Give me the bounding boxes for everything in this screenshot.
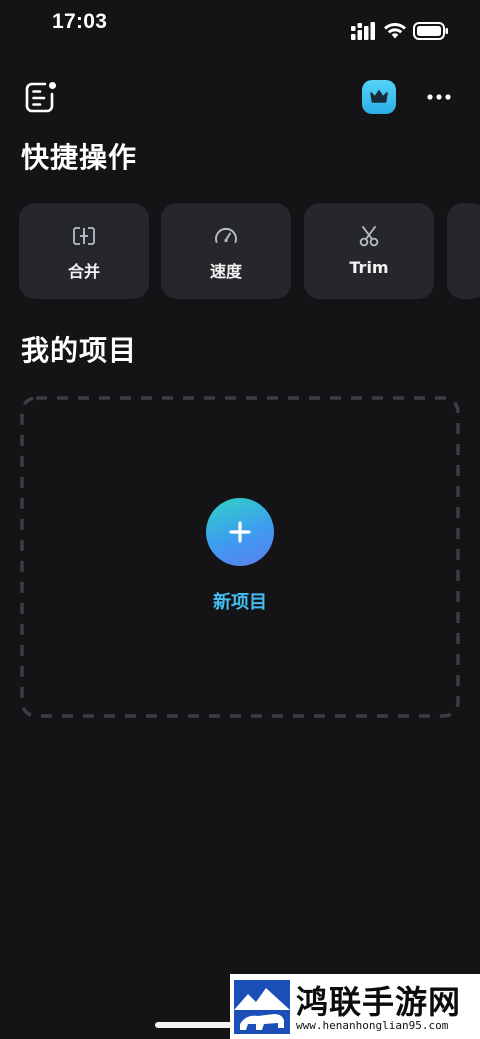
quick-action-more-card[interactable] [447, 203, 480, 299]
crown-icon [370, 90, 388, 103]
status-time: 17:03 [52, 10, 108, 33]
quick-action-label: 合并 [67, 262, 100, 281]
watermark: 鸿联手游网 www.henanhonglian95.com [230, 974, 480, 1039]
watermark-url: www.henanhonglian95.com [296, 1019, 449, 1032]
battery-icon [413, 22, 448, 40]
plus-icon [229, 521, 251, 543]
quick-action-label: Trim [349, 258, 389, 277]
quick-action-label: 速度 [209, 262, 242, 281]
wifi-icon [384, 23, 406, 39]
more-horizontal-icon[interactable] [425, 86, 453, 108]
merge-icon [73, 227, 95, 245]
watermark-logo [234, 980, 290, 1034]
watermark-title: 鸿联手游网 [296, 983, 462, 1021]
quick-actions-row: 合并 速度 Trim [0, 203, 480, 299]
top-bar [0, 70, 480, 126]
new-project-label[interactable]: 新项目 [140, 588, 340, 614]
quick-actions-title: 快捷操作 [21, 141, 138, 174]
my-projects-title: 我的项目 [21, 334, 138, 367]
new-project-button[interactable] [206, 498, 274, 566]
menu-notification-icon[interactable] [24, 80, 58, 114]
cellular-signal-icon [351, 22, 375, 40]
scissors-icon [359, 226, 379, 247]
speed-gauge-icon [215, 228, 237, 243]
quick-action-speed[interactable]: 速度 [161, 203, 291, 299]
quick-action-merge[interactable]: 合并 [19, 203, 149, 299]
status-bar: 17:03 [0, 0, 480, 48]
pro-crown-button[interactable] [362, 80, 396, 114]
quick-action-trim[interactable]: Trim [304, 203, 434, 299]
